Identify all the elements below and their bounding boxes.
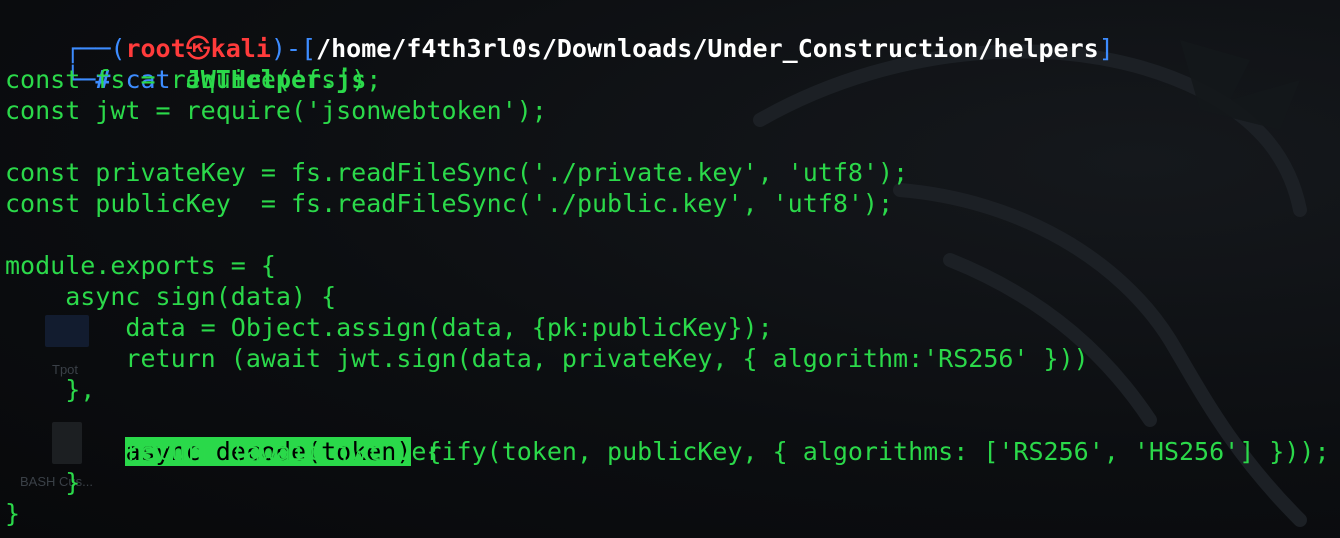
code-line-14: }	[5, 468, 81, 497]
code-line-8: async sign(data) {	[5, 282, 337, 311]
code-line-10: return (await jwt.sign(data, privateKey,…	[5, 344, 1089, 373]
code-line-1: const fs = require('fs');	[5, 65, 382, 94]
prompt-frame-close: ]	[1098, 34, 1114, 63]
code-line-2: const jwt = require('jsonwebtoken');	[5, 96, 547, 125]
code-line-15: }	[5, 499, 21, 528]
code-line-7: module.exports = {	[5, 251, 276, 280]
code-line-13: return (await jwt.verify(token, publicKe…	[5, 437, 1330, 466]
code-line-4: const privateKey = fs.readFileSync('./pr…	[5, 158, 909, 187]
prompt-line-1: ┌──(root㉿kali)-[/home/f4th3rl0s/Download…	[5, 2, 1114, 63]
code-line-5: const publicKey = fs.readFileSync('./pub…	[5, 189, 894, 218]
terminal-window[interactable]: Tpot BASH Cus... ┌──(root㉿kali)-[/home/f…	[0, 0, 1340, 538]
code-line-12: async decode(token) {	[5, 405, 442, 466]
code-line-11: },	[5, 375, 96, 404]
prompt-path: /home/f4th3rl0s/Downloads/Under_Construc…	[316, 34, 1099, 63]
prompt-line-2: └─# cat JWTHelper.js	[5, 33, 366, 94]
code-line-9: data = Object.assign(data, {pk:publicKey…	[5, 313, 773, 342]
